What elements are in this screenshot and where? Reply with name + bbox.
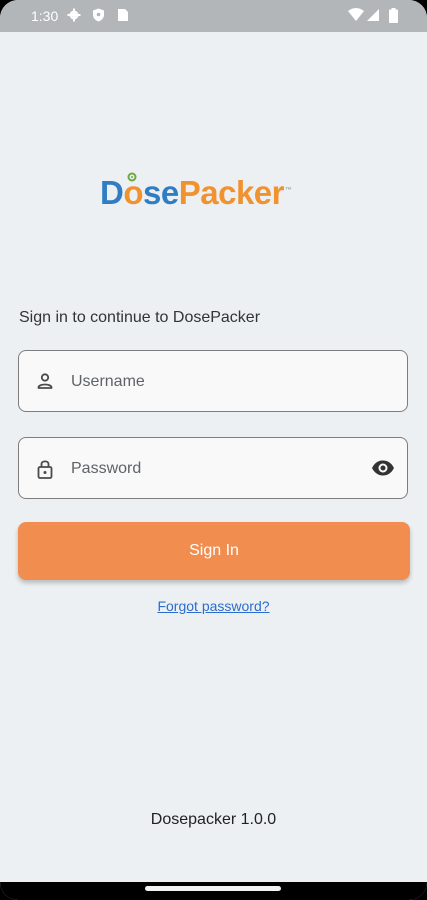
home-gesture-pill[interactable]: [145, 886, 281, 891]
shield-icon: [92, 8, 105, 27]
password-input[interactable]: [69, 438, 373, 500]
battery-icon: [389, 8, 398, 28]
navigation-bar: [0, 882, 427, 900]
wifi-icon: [348, 8, 364, 27]
logo-o-gear: o: [123, 172, 144, 214]
lock-icon: [35, 458, 55, 485]
sign-in-button[interactable]: Sign In: [18, 522, 410, 580]
username-input[interactable]: [69, 351, 373, 413]
forgot-password-link[interactable]: Forgot password?: [0, 598, 427, 614]
sim-icon: [117, 8, 129, 27]
phone-screen: 1:30 Do sePacker™ Sign in to continue to …: [0, 0, 427, 900]
dosepacker-logo: Do sePacker™: [100, 172, 330, 214]
person-icon: [35, 371, 55, 396]
logo-gear-icon: [127, 172, 137, 182]
gear-icon: [67, 8, 81, 27]
status-time: 1:30: [31, 8, 59, 24]
password-field[interactable]: [18, 437, 408, 500]
eye-icon[interactable]: [371, 458, 395, 483]
username-field[interactable]: [18, 350, 408, 413]
signal-icon: [366, 8, 380, 27]
app-version: Dosepacker 1.0.0: [150, 811, 277, 828]
status-bar: 1:30: [0, 0, 427, 32]
signin-subtitle: Sign in to continue to DosePacker: [19, 309, 261, 326]
